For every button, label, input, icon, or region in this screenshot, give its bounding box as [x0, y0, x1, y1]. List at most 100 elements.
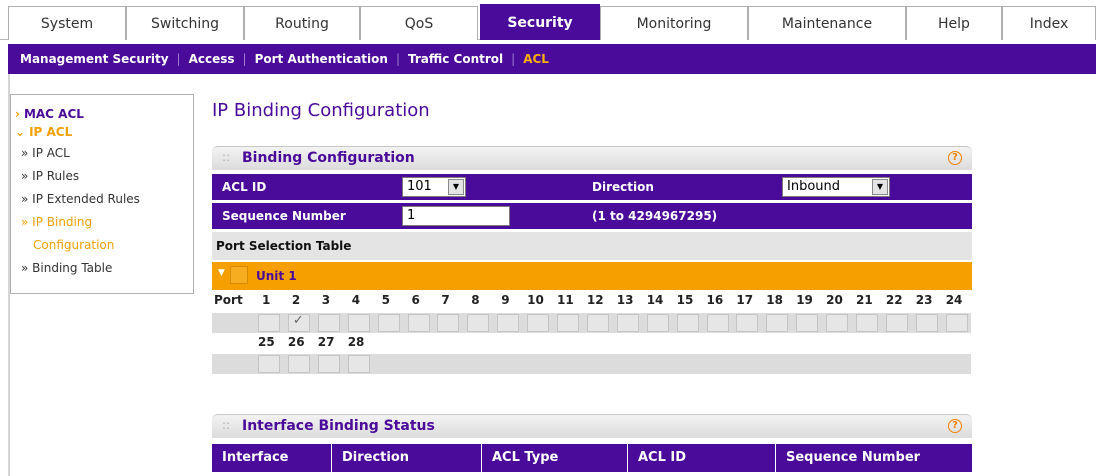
- sidebar-item-ip-binding[interactable]: » IP Binding: [21, 215, 92, 229]
- port-8-checkbox[interactable]: [467, 314, 490, 332]
- port-27-checkbox[interactable]: [317, 355, 340, 373]
- subnav-management-security[interactable]: Management Security: [20, 52, 169, 66]
- port-number-label: 1: [262, 293, 271, 307]
- unit-label: Unit 1: [256, 269, 297, 283]
- port-19-checkbox[interactable]: [796, 314, 819, 332]
- port-number-label: 16: [706, 293, 724, 307]
- tab-help[interactable]: Help: [906, 6, 1002, 40]
- port-1-checkbox[interactable]: [258, 314, 280, 332]
- sidebar-item-binding-table[interactable]: » Binding Table: [21, 261, 112, 275]
- port-12-checkbox[interactable]: [586, 314, 609, 332]
- sidebar-item-ip-acl[interactable]: ⌄ IP ACL: [15, 125, 72, 139]
- column-header-acl-id: ACL ID: [628, 444, 776, 472]
- port-5-checkbox[interactable]: [377, 314, 400, 332]
- port-7-checkbox[interactable]: [437, 314, 460, 332]
- direction-value: Inbound: [787, 179, 841, 194]
- port-21-checkbox[interactable]: [856, 314, 878, 332]
- tab-index[interactable]: Index: [1002, 6, 1096, 40]
- subnav-acl[interactable]: ACL: [523, 52, 549, 66]
- help-icon[interactable]: ?: [948, 419, 962, 433]
- port-28-checkbox[interactable]: [347, 355, 370, 373]
- port-number-label: 22: [885, 293, 903, 307]
- sequence-number-label: Sequence Number: [222, 209, 346, 223]
- tab-system[interactable]: System: [8, 6, 126, 40]
- subnav-traffic-control[interactable]: Traffic Control: [408, 52, 503, 66]
- sidebar-item-ip-rules[interactable]: » IP Rules: [21, 169, 79, 183]
- port-number-label: 7: [441, 293, 450, 307]
- port-22-checkbox[interactable]: [885, 314, 908, 332]
- subnav-access[interactable]: Access: [189, 52, 235, 66]
- column-header-sequence-number: Sequence Number: [776, 444, 972, 472]
- tab-security[interactable]: Security: [480, 4, 600, 40]
- grip-icon: ::: [222, 418, 231, 432]
- help-icon[interactable]: ?: [948, 151, 962, 165]
- port-6-checkbox[interactable]: [407, 314, 430, 332]
- tab-monitoring[interactable]: Monitoring: [600, 6, 748, 40]
- unit-1-bar[interactable]: ▼ Unit 1: [212, 262, 972, 290]
- port-number-label: 21: [856, 293, 873, 307]
- port-9-checkbox[interactable]: [497, 314, 520, 332]
- port-18-checkbox[interactable]: [766, 314, 789, 332]
- port-17-checkbox[interactable]: [736, 314, 759, 332]
- page-title: IP Binding Configuration: [212, 100, 430, 121]
- direction-label: Direction: [592, 180, 654, 194]
- sidebar-item-label: MAC ACL: [23, 107, 84, 121]
- tab-label: Index: [1029, 15, 1069, 32]
- tab-routing[interactable]: Routing: [244, 6, 360, 40]
- top-tab-bar: System Switching Routing QoS Security Mo…: [0, 0, 1096, 40]
- port-15-checkbox[interactable]: [676, 314, 699, 332]
- tab-maintenance[interactable]: Maintenance: [748, 6, 906, 40]
- tab-label: Security: [507, 14, 573, 31]
- sidebar-menu: › MAC ACL ⌄ IP ACL » IP ACL » IP Rules » I…: [10, 94, 194, 294]
- port-header-label: Port: [214, 293, 243, 307]
- port-3-checkbox[interactable]: [317, 314, 340, 332]
- port-26-checkbox[interactable]: [287, 355, 310, 373]
- port-11-checkbox[interactable]: [557, 314, 579, 332]
- port-number-label: 20: [826, 293, 843, 307]
- panel-title: Binding Configuration: [242, 150, 415, 166]
- sidebar-item-mac-acl[interactable]: › MAC ACL: [15, 107, 84, 121]
- subnav-separator: |: [176, 52, 181, 66]
- chevron-down-icon: ▼: [872, 179, 888, 195]
- acl-id-select[interactable]: 101 ▼: [402, 177, 466, 197]
- interface-binding-status-header: :: Interface Binding Status ?: [212, 414, 972, 438]
- port-number-label: 12: [586, 293, 604, 307]
- subnav-port-authentication[interactable]: Port Authentication: [255, 52, 388, 66]
- port-number-label: 2: [291, 293, 301, 307]
- port-25-checkbox[interactable]: [258, 355, 280, 373]
- port-number-label: 5: [381, 293, 390, 307]
- port-number-label: 14: [646, 293, 664, 307]
- port-number-label: 15: [676, 293, 694, 307]
- port-selection-table-title: Port Selection Table: [212, 232, 972, 260]
- acl-id-label: ACL ID: [222, 180, 267, 194]
- chevron-down-icon: ▼: [448, 179, 464, 195]
- port-14-checkbox[interactable]: [646, 314, 669, 332]
- sequence-number-range-hint: (1 to 4294967295): [592, 209, 718, 223]
- sequence-number-input[interactable]: 1: [402, 206, 510, 226]
- tab-qos[interactable]: QoS: [360, 6, 478, 40]
- sidebar-item-ip-extended-rules[interactable]: » IP Extended Rules: [21, 192, 140, 206]
- port-4-checkbox[interactable]: [347, 314, 370, 332]
- port-20-checkbox[interactable]: [826, 314, 849, 332]
- port-24-checkbox[interactable]: [945, 314, 968, 332]
- subnav-separator: |: [242, 52, 247, 66]
- port-23-checkbox[interactable]: [915, 314, 938, 332]
- port-number-label: 8: [471, 293, 480, 307]
- port-number-label: 23: [915, 293, 933, 307]
- port-10-checkbox[interactable]: [527, 314, 550, 332]
- sidebar-item-label: IP ACL: [29, 125, 73, 139]
- tab-label: QoS: [404, 15, 434, 32]
- port-number-label: 24: [945, 293, 963, 307]
- tab-label: Help: [938, 15, 970, 32]
- tab-label: System: [40, 15, 94, 32]
- checkmark-icon: ✓: [292, 313, 304, 328]
- direction-select[interactable]: Inbound ▼: [782, 177, 890, 197]
- sidebar-item-ip-acl-sub[interactable]: » IP ACL: [21, 146, 70, 160]
- port-number-label: 6: [411, 293, 420, 307]
- tab-switching[interactable]: Switching: [126, 6, 244, 40]
- unit-select-all-checkbox[interactable]: [230, 266, 248, 284]
- sidebar-item-ip-binding-configuration[interactable]: Configuration: [33, 238, 114, 252]
- port-16-checkbox[interactable]: [706, 314, 729, 332]
- port-13-checkbox[interactable]: [616, 314, 639, 332]
- chevron-right-icon: ›: [15, 107, 20, 121]
